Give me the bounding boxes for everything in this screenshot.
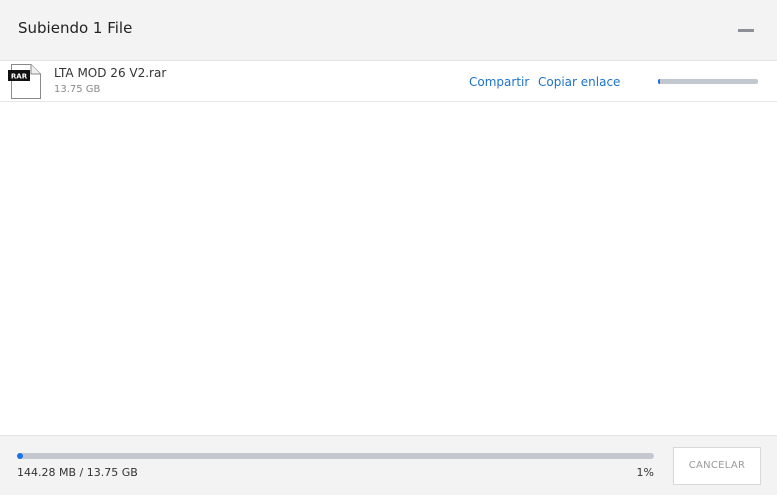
upload-dialog-header: Subiendo 1 File <box>0 0 777 61</box>
upload-file-row: RAR LTA MOD 26 V2.rar 13.75 GB Compartir… <box>0 61 777 102</box>
cancel-button[interactable]: CANCELAR <box>673 447 761 485</box>
file-size: 13.75 GB <box>54 84 101 95</box>
share-link[interactable]: Compartir <box>469 75 529 89</box>
minimize-icon <box>738 29 754 32</box>
file-name: LTA MOD 26 V2.rar <box>54 66 167 80</box>
total-progress-bar <box>17 453 654 459</box>
copy-link-link[interactable]: Copiar enlace <box>538 75 620 89</box>
rar-file-icon: RAR <box>8 63 42 100</box>
transferred-size: 144.28 MB / 13.75 GB <box>17 466 138 479</box>
rar-file-icon-label: RAR <box>11 73 28 81</box>
upload-footer: 144.28 MB / 13.75 GB 1% CANCELAR <box>0 435 777 495</box>
progress-percent: 1% <box>636 466 654 479</box>
file-progress-fill <box>658 79 660 84</box>
total-progress-fill <box>17 453 24 459</box>
minimize-button[interactable] <box>730 19 760 41</box>
file-progress-bar <box>658 79 758 84</box>
dialog-title: Subiendo 1 File <box>18 19 133 37</box>
